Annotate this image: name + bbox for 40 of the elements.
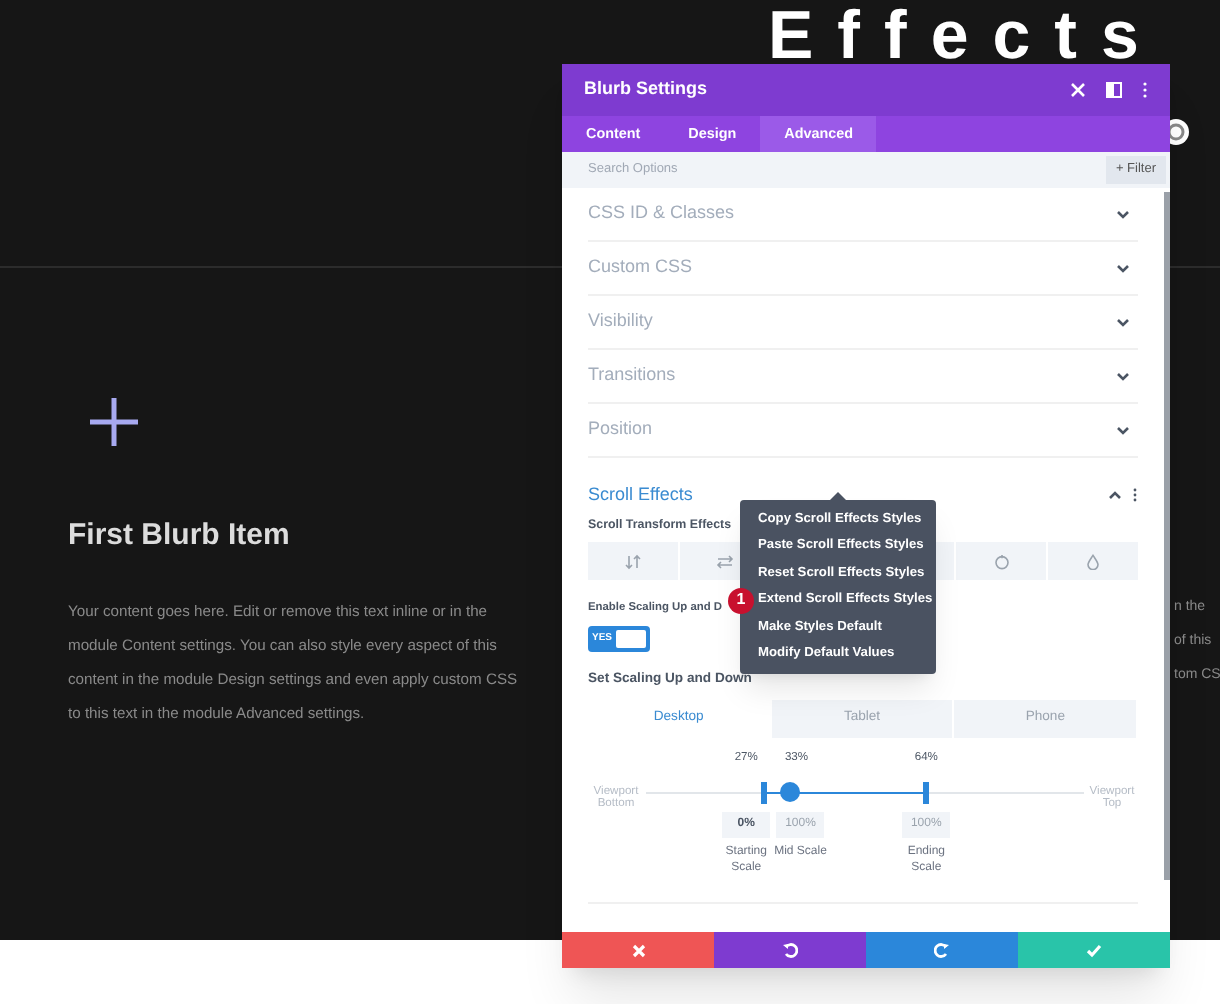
vertical-arrows-icon[interactable]	[624, 553, 642, 570]
chevron-up-icon	[1108, 490, 1122, 500]
slider-handle[interactable]	[761, 782, 768, 805]
plus-icon	[88, 396, 140, 448]
section-header[interactable]: CSS ID & Classes	[588, 188, 1138, 242]
blurb-title: First Blurb Item	[68, 516, 290, 556]
chevron-down-icon	[1116, 317, 1130, 327]
chevron-down-icon	[1116, 263, 1130, 273]
drop-icon[interactable]	[1086, 553, 1100, 570]
step-badge: 1	[728, 587, 754, 613]
undo-icon	[782, 942, 798, 958]
page-heading: Effects	[768, 2, 1163, 70]
more-icon[interactable]	[1142, 82, 1148, 98]
rotate-icon[interactable]	[993, 553, 1009, 570]
section-title: Transitions	[588, 362, 678, 389]
chevron-down-icon	[1116, 425, 1130, 435]
modal-title: Blurb Settings	[584, 76, 710, 103]
check-icon	[1086, 943, 1102, 957]
section-title: Custom CSS	[588, 254, 695, 281]
section-title: Position	[588, 416, 655, 443]
section-header[interactable]: Position	[588, 404, 1138, 458]
horizontal-arrows-icon[interactable]	[716, 553, 734, 570]
close-icon	[631, 943, 645, 957]
slider-handle[interactable]	[780, 782, 801, 803]
section-title[interactable]: Scroll Effects	[588, 481, 693, 509]
expand-icon[interactable]	[1070, 82, 1086, 98]
chevron-down-icon	[1116, 371, 1130, 381]
chevron-down-icon	[1116, 209, 1130, 219]
section-header[interactable]: Visibility	[588, 296, 1138, 350]
undo-button[interactable]	[714, 932, 866, 968]
sidebar-icon[interactable]	[1106, 82, 1122, 98]
section-title: Visibility	[588, 308, 655, 335]
section-header[interactable]: Transitions	[588, 350, 1138, 404]
slider-handle[interactable]	[923, 782, 930, 805]
section-title: CSS ID & Classes	[588, 200, 737, 227]
scrollbar[interactable]	[1164, 192, 1170, 880]
more-icon[interactable]	[1132, 488, 1138, 502]
redo-button[interactable]	[866, 932, 1018, 968]
section-header[interactable]: Custom CSS	[588, 242, 1138, 296]
redo-icon	[934, 942, 950, 958]
